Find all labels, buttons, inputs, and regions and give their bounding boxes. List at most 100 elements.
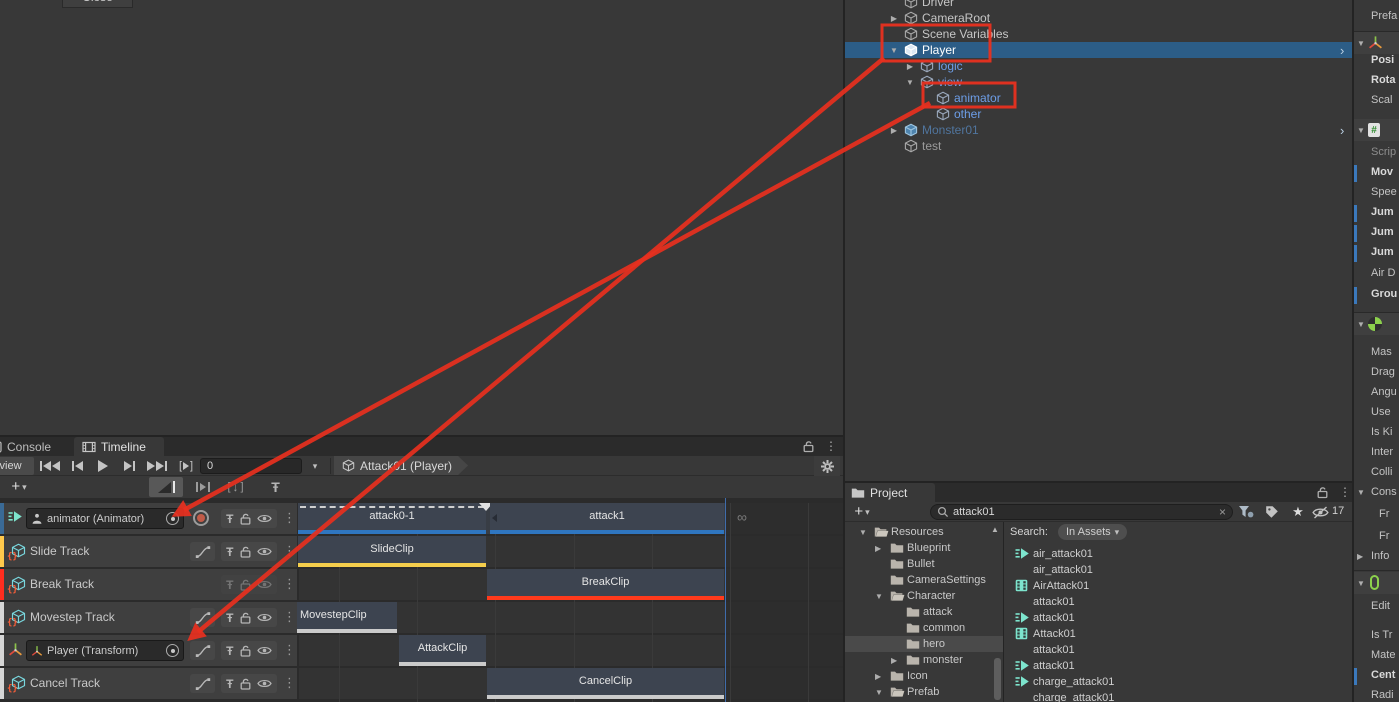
pin-icon[interactable]: Ŧ: [226, 645, 233, 657]
inspector-field-mas[interactable]: Mas: [1354, 345, 1399, 361]
component-header[interactable]: ▼#: [1354, 119, 1399, 141]
inspector-field-inter[interactable]: Inter: [1354, 445, 1399, 461]
hierarchy-item-logic[interactable]: ▶logic: [845, 58, 1352, 74]
inspector-field-scrip[interactable]: Scrip: [1354, 145, 1399, 161]
clip-attack1[interactable]: attack1: [490, 503, 724, 534]
curves-toggle-button[interactable]: [190, 674, 215, 693]
inspector-field-fr[interactable]: Fr: [1354, 507, 1399, 523]
folder-item-resources[interactable]: ▼Resources: [843, 524, 1003, 540]
prefab-open-chevron[interactable]: ›: [1340, 123, 1344, 138]
search-result-charge_attack01[interactable]: charge_attack01: [843, 690, 1191, 702]
clear-search-icon[interactable]: ×: [1219, 505, 1226, 519]
curves-toggle-button[interactable]: [190, 542, 215, 561]
track-binding-field[interactable]: Player (Transform): [26, 640, 184, 661]
foldout-arrow-icon[interactable]: ▼: [1357, 488, 1365, 497]
track-row-player-transform-[interactable]: Player (Transform)Ŧ⋮: [0, 635, 297, 666]
favorites-star-button[interactable]: ★: [1287, 504, 1309, 520]
previous-frame-button[interactable]: [66, 457, 88, 475]
tab-project[interactable]: Project: [843, 483, 935, 502]
eye-icon[interactable]: [257, 645, 272, 656]
hierarchy-item-driver[interactable]: Driver: [845, 0, 1352, 10]
clip-breakclip[interactable]: BreakClip: [487, 569, 724, 600]
inspector-field-use[interactable]: Use: [1354, 405, 1399, 421]
goto-start-button[interactable]: [38, 457, 62, 475]
track-row-slide-track[interactable]: {}Slide TrackŦ⋮: [0, 536, 297, 567]
hierarchy-item-animator[interactable]: animator: [845, 90, 1352, 106]
pin-icon[interactable]: Ŧ: [226, 612, 233, 624]
expand-arrow-icon[interactable]: ▶: [889, 126, 899, 135]
search-by-label-button[interactable]: [1261, 504, 1283, 520]
search-result-attack01[interactable]: attack01: [843, 594, 1191, 610]
track-kebab-icon[interactable]: ⋮: [283, 510, 296, 526]
pin-icon[interactable]: Ŧ: [226, 579, 233, 591]
timeline-clip-area[interactable]: attack0-1attack1SlideClipBreakClipMovest…: [297, 498, 843, 702]
lock-icon[interactable]: [240, 579, 251, 591]
search-result-attack01[interactable]: attack01: [843, 610, 1191, 626]
expand-arrow-icon[interactable]: ▼: [889, 46, 899, 55]
component-header[interactable]: ▼: [1354, 572, 1399, 594]
track-kebab-icon[interactable]: ⋮: [283, 576, 296, 592]
search-by-type-button[interactable]: [1235, 504, 1257, 520]
kebab-menu-icon[interactable]: ⋮: [825, 439, 837, 453]
expand-arrow-icon[interactable]: ▶: [889, 14, 899, 23]
close-button[interactable]: Close: [62, 0, 133, 8]
scroll-up-arrow[interactable]: ▲: [991, 525, 999, 534]
inspector-field-grou[interactable]: Grou: [1354, 287, 1399, 303]
inspector-field-rota[interactable]: Rota: [1354, 73, 1399, 89]
foldout-arrow-icon[interactable]: ▼: [1357, 579, 1365, 588]
foldout-arrow-icon[interactable]: ▼: [1357, 126, 1365, 135]
pin-icon[interactable]: Ŧ: [226, 546, 233, 558]
eye-icon[interactable]: [257, 513, 272, 524]
hierarchy-item-cameraroot[interactable]: ▶CameraRoot: [845, 10, 1352, 26]
hierarchy-item-test[interactable]: test: [845, 138, 1352, 154]
inspector-field-mov[interactable]: Mov: [1354, 165, 1399, 181]
track-kebab-icon[interactable]: ⋮: [283, 609, 296, 625]
inspector-field-jum[interactable]: Jum: [1354, 205, 1399, 221]
track-row-cancel-track[interactable]: {}Cancel TrackŦ⋮: [0, 668, 297, 699]
inspector-field-mate[interactable]: Mate: [1354, 648, 1399, 664]
curves-toggle-button[interactable]: [190, 608, 215, 627]
frame-field[interactable]: 0: [200, 458, 302, 474]
eye-icon[interactable]: [257, 546, 272, 557]
play-button[interactable]: [92, 457, 114, 475]
project-search-field[interactable]: attack01 ×: [930, 504, 1233, 520]
search-scope-pill[interactable]: In Assets ▾: [1058, 524, 1127, 540]
inspector-field-is-tr[interactable]: Is Tr: [1354, 628, 1399, 644]
expand-arrow-icon[interactable]: ▶: [905, 62, 915, 71]
search-result-attack01[interactable]: attack01: [843, 658, 1191, 674]
lock-icon[interactable]: [240, 612, 251, 624]
inspector-field-cent[interactable]: Cent: [1354, 668, 1399, 684]
inspector-field-info[interactable]: ▶Info: [1354, 549, 1399, 565]
inspector-field-jum[interactable]: Jum: [1354, 245, 1399, 261]
search-result-airattack01[interactable]: AirAttack01: [843, 578, 1191, 594]
search-result-air_attack01[interactable]: air_attack01: [843, 562, 1191, 578]
expand-arrow-icon[interactable]: ▼: [859, 528, 867, 537]
eye-icon[interactable]: [257, 579, 272, 590]
track-kebab-icon[interactable]: ⋮: [283, 543, 296, 559]
component-header[interactable]: ▼: [1354, 313, 1399, 335]
lock-icon[interactable]: [240, 645, 251, 657]
inspector-field-scal[interactable]: Scal: [1354, 93, 1399, 109]
prefab-open-chevron[interactable]: ›: [1340, 43, 1344, 58]
timeline-settings-button[interactable]: [814, 456, 840, 476]
hierarchy-item-player[interactable]: ▼Player›: [845, 42, 1352, 58]
inspector-field-edit[interactable]: Edit: [1354, 599, 1399, 615]
inspector-field-prefa[interactable]: Prefa: [1354, 9, 1399, 25]
inspector-field-drag[interactable]: Drag: [1354, 365, 1399, 381]
inspector-field-radi[interactable]: Radi: [1354, 688, 1399, 702]
next-frame-button[interactable]: [118, 457, 140, 475]
clip-cancelclip[interactable]: CancelClip: [487, 668, 724, 699]
preview-toggle[interactable]: Preview: [0, 457, 34, 475]
search-result-attack01[interactable]: Attack01: [843, 626, 1191, 642]
eye-icon[interactable]: [257, 612, 272, 623]
inspector-field-air-d[interactable]: Air D: [1354, 266, 1399, 282]
mix-mode-button[interactable]: [149, 477, 183, 497]
hierarchy-item-other[interactable]: other: [845, 106, 1352, 122]
track-row-break-track[interactable]: {}Break TrackŦ⋮: [0, 569, 297, 600]
clip-movestepclip[interactable]: MovestepClip: [297, 602, 397, 633]
inspector-field-posi[interactable]: Posi: [1354, 53, 1399, 69]
lock-icon[interactable]: [240, 678, 251, 690]
inspector-field-colli[interactable]: Colli: [1354, 465, 1399, 481]
eye-icon[interactable]: [257, 678, 272, 689]
marker-toggle-button[interactable]: Ŧ: [261, 477, 290, 497]
